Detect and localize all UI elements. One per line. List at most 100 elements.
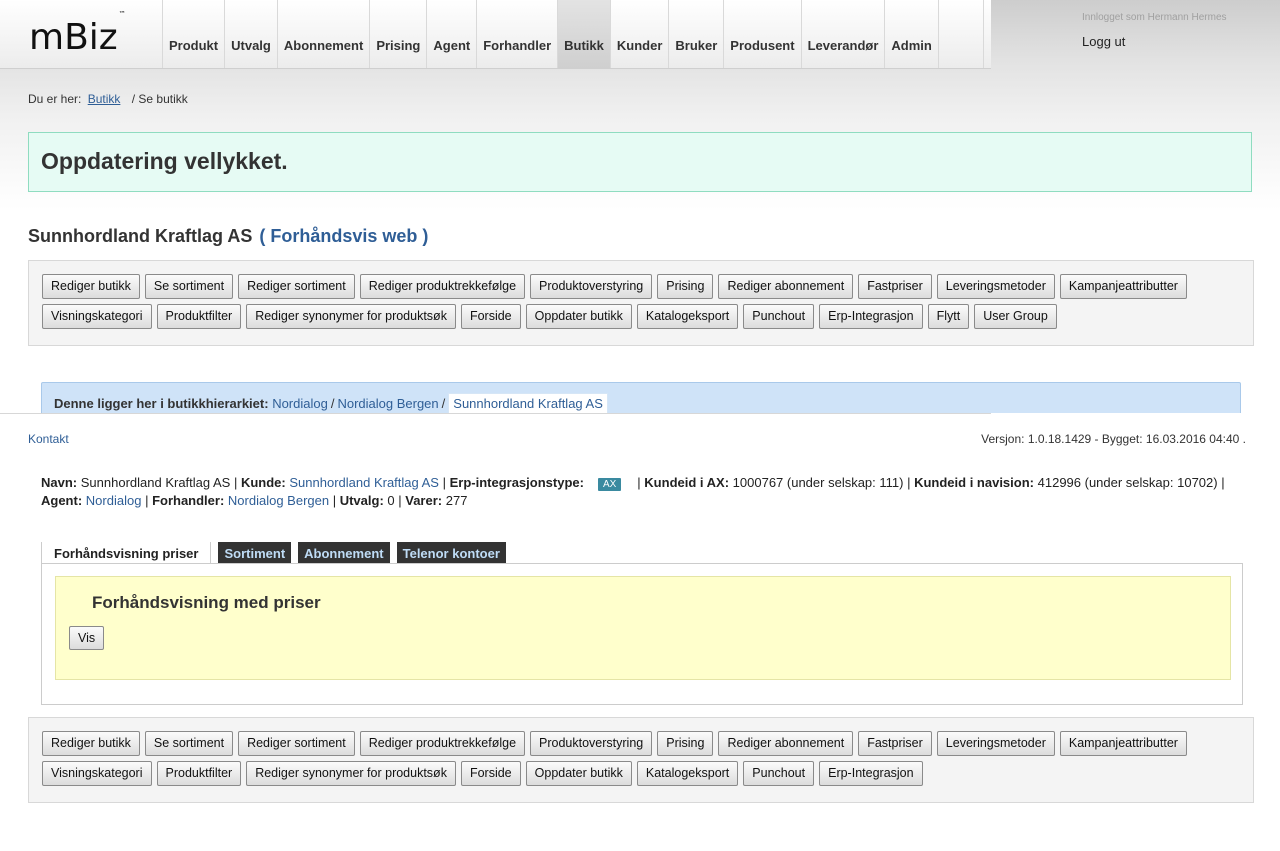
name-value: Sunnhordland Kraftlag AS — [80, 475, 231, 490]
nav-item-utvalg[interactable]: Utvalg — [224, 0, 277, 68]
nav-item-forhandler[interactable]: Forhandler — [476, 0, 557, 68]
tab-telenor-accounts[interactable]: Telenor kontoer — [396, 542, 506, 564]
nav-item-abonnement[interactable]: Abonnement — [276, 0, 369, 68]
edit-subscription-button[interactable]: Rediger abonnement — [718, 731, 854, 756]
edit-subscription-button[interactable]: Rediger abonnement — [718, 274, 854, 299]
erp-type-label: Erp-integrasjonstype: — [449, 475, 584, 490]
erp-integration-button[interactable]: Erp-Integrasjon — [819, 304, 923, 329]
view-assortment-button[interactable]: Se sortiment — [144, 274, 234, 299]
show-button[interactable]: Vis — [69, 626, 105, 650]
breadcrumb-current: / Se butikk — [131, 92, 188, 106]
catalog-export-button[interactable]: Katalogeksport — [636, 304, 739, 329]
fixed-prices-button[interactable]: Fastpriser — [858, 274, 932, 299]
front-page-button[interactable]: Forside — [460, 304, 521, 329]
hierarchy-link-nordialog-bergen[interactable]: Nordialog Bergen — [337, 396, 438, 411]
pricing-button[interactable]: Prising — [657, 731, 714, 756]
tab-subscription[interactable]: Abonnement — [298, 542, 390, 564]
campaign-attributes-button[interactable]: Kampanjeattributter — [1059, 731, 1187, 756]
nav-item-prising[interactable]: Prising — [369, 0, 426, 68]
campaign-attributes-button[interactable]: Kampanjeattributter — [1059, 274, 1187, 299]
update-store-button[interactable]: Oppdater butikk — [525, 761, 632, 786]
front-page-button[interactable]: Forside — [460, 761, 521, 786]
user-group-button[interactable]: User Group — [974, 304, 1057, 329]
ax-id-label: Kundeid i AX: — [644, 475, 730, 490]
price-preview-title: Forhåndsvisning med priser — [92, 593, 321, 612]
tab-panel: Forhåndsvisning med priser Vis — [41, 563, 1243, 705]
edit-product-order-button[interactable]: Rediger produktrekkefølge — [359, 731, 526, 756]
page-title: Sunnhordland Kraftlag AS ( Forhåndsvis w… — [28, 226, 428, 247]
delivery-methods-button[interactable]: Leveringsmetoder — [936, 274, 1055, 299]
delivery-methods-button[interactable]: Leveringsmetoder — [936, 731, 1055, 756]
contact-link[interactable]: Kontakt — [28, 432, 69, 446]
hierarchy-current-store: Sunnhordland Kraftlag AS — [448, 393, 608, 414]
toolbar-bottom: Rediger butikk Se sortiment Rediger sort… — [28, 717, 1254, 803]
main-nav: Produkt Utvalg Abonnement Prising Agent … — [162, 0, 984, 68]
product-filter-button[interactable]: Produktfilter — [156, 761, 242, 786]
price-preview-box: Forhåndsvisning med priser Vis — [55, 576, 1231, 680]
move-button[interactable]: Flytt — [927, 304, 970, 329]
version-info: Versjon: 1.0.18.1429 - Bygget: 16.03.201… — [981, 432, 1246, 446]
edit-assortment-button[interactable]: Rediger sortiment — [238, 731, 355, 756]
selection-value: 0 — [387, 493, 395, 508]
navision-id-label: Kundeid i navision: — [914, 475, 1034, 490]
tab-price-preview[interactable]: Forhåndsvisning priser — [41, 542, 212, 565]
product-filter-button[interactable]: Produktfilter — [156, 304, 242, 329]
pricing-button[interactable]: Prising — [657, 274, 714, 299]
nav-item-butikk[interactable]: Butikk — [557, 0, 610, 68]
footer: Kontakt Versjon: 1.0.18.1429 - Bygget: 1… — [0, 413, 1280, 453]
nav-item-produsent[interactable]: Produsent — [723, 0, 800, 68]
logo-trademark: ™ — [118, 10, 126, 18]
store-info-line-2: Agent: Nordialog | Forhandler: Nordialog… — [41, 493, 468, 508]
display-category-button[interactable]: Visningskategori — [42, 761, 152, 786]
edit-store-button[interactable]: Rediger butikk — [42, 731, 140, 756]
customer-link[interactable]: Sunnhordland Kraftlag AS — [289, 475, 439, 490]
nav-item-produkt[interactable]: Produkt — [162, 0, 224, 68]
top-header: mBiz™ Produkt Utvalg Abonnement Prising … — [0, 0, 991, 69]
tab-assortment[interactable]: Sortiment — [218, 542, 292, 564]
mbiz-logo[interactable]: mBiz™ — [29, 10, 126, 58]
hierarchy-link-nordialog[interactable]: Nordialog — [272, 396, 328, 411]
store-name: Sunnhordland Kraftlag AS — [28, 226, 253, 246]
update-store-button[interactable]: Oppdater butikk — [525, 304, 632, 329]
success-message: Oppdatering vellykket. — [41, 148, 288, 174]
dealer-link[interactable]: Nordialog Bergen — [228, 493, 329, 508]
items-label: Varer: — [405, 493, 443, 508]
nav-item-kunder[interactable]: Kunder — [609, 0, 669, 68]
breadcrumb: Du er her: Butikk / Se butikk — [28, 92, 188, 106]
view-assortment-button[interactable]: Se sortiment — [144, 731, 234, 756]
nav-item-admin[interactable]: Admin — [884, 0, 937, 68]
nav-item-agent[interactable]: Agent — [426, 0, 476, 68]
agent-label: Agent: — [41, 493, 83, 508]
nav-item-leverandor[interactable]: Leverandør — [800, 0, 885, 68]
preview-web-link[interactable]: ( Forhåndsvis web ) — [259, 226, 428, 246]
fixed-prices-button[interactable]: Fastpriser — [858, 731, 932, 756]
tab-bar: Forhåndsvisning priser Sortiment Abonnem… — [41, 542, 513, 565]
catalog-export-button[interactable]: Katalogeksport — [636, 761, 739, 786]
product-override-button[interactable]: Produktoverstyring — [530, 274, 653, 299]
nav-item-bruker[interactable]: Bruker — [668, 0, 723, 68]
ax-id-value: 1000767 (under selskap: 111) — [732, 475, 904, 490]
logout-link[interactable]: Logg ut — [1082, 34, 1125, 49]
edit-store-button[interactable]: Rediger butikk — [42, 274, 140, 299]
toolbar-top: Rediger butikk Se sortiment Rediger sort… — [28, 260, 1254, 346]
edit-assortment-button[interactable]: Rediger sortiment — [238, 274, 355, 299]
customer-label: Kunde: — [240, 475, 286, 490]
selection-label: Utvalg: — [339, 493, 384, 508]
product-override-button[interactable]: Produktoverstyring — [530, 731, 653, 756]
breadcrumb-link-butikk[interactable]: Butikk — [88, 92, 121, 106]
success-message-box: Oppdatering vellykket. — [28, 132, 1252, 192]
hierarchy-label: Denne ligger her i butikkhierarkiet: — [54, 396, 269, 411]
name-label: Navn: — [41, 475, 78, 490]
erp-integration-button[interactable]: Erp-Integrasjon — [819, 761, 923, 786]
punchout-button[interactable]: Punchout — [743, 761, 815, 786]
navision-id-value: 412996 (under selskap: 10702) — [1037, 475, 1218, 490]
footer-divider — [0, 413, 991, 414]
punchout-button[interactable]: Punchout — [743, 304, 815, 329]
toolbar-bottom-row-1: Rediger butikk Se sortiment Rediger sort… — [42, 731, 1192, 756]
display-category-button[interactable]: Visningskategori — [42, 304, 152, 329]
store-info-line-1: Navn: Sunnhordland Kraftlag AS | Kunde: … — [41, 475, 1225, 491]
edit-product-order-button[interactable]: Rediger produktrekkefølge — [359, 274, 526, 299]
agent-link[interactable]: Nordialog — [86, 493, 142, 508]
edit-search-synonyms-button[interactable]: Rediger synonymer for produktsøk — [246, 304, 456, 329]
edit-search-synonyms-button[interactable]: Rediger synonymer for produktsøk — [246, 761, 456, 786]
